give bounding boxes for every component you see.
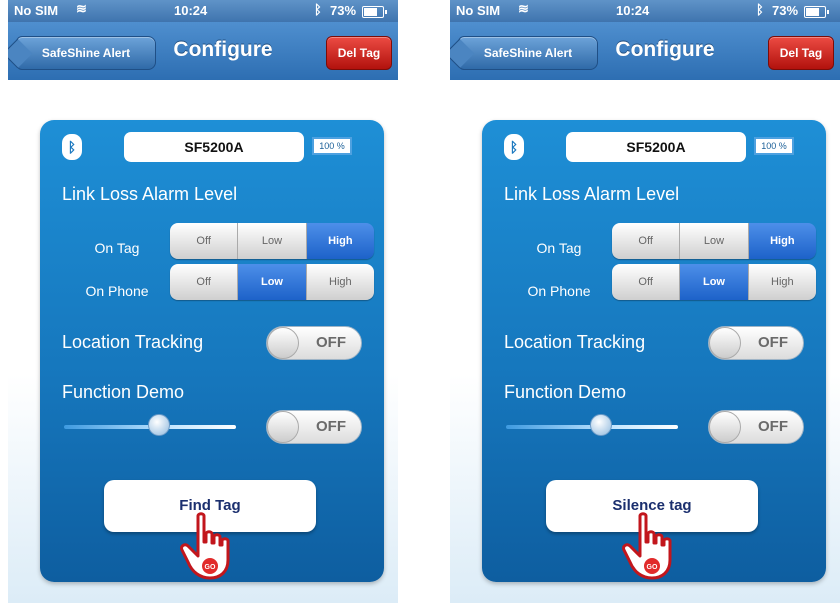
go-label: GO — [205, 564, 216, 571]
battery-percent: 73% — [772, 3, 799, 18]
on-tag-option-high[interactable]: High — [306, 223, 374, 259]
on-phone-option-off[interactable]: Off — [170, 264, 239, 300]
page-title: Configure — [615, 38, 715, 61]
bluetooth-icon: ᛒ — [504, 134, 524, 160]
on-phone-option-high[interactable]: High — [748, 264, 816, 300]
status-bar: No SIM ≋ 10:24 ᛒ 73% — [8, 0, 398, 22]
on-tag-level-selector[interactable]: Off Low High — [612, 223, 816, 259]
on-phone-option-off[interactable]: Off — [612, 264, 681, 300]
on-tag-label: On Tag — [94, 240, 140, 256]
on-phone-option-low[interactable]: Low — [680, 264, 749, 300]
delete-tag-button[interactable]: Del Tag — [768, 36, 834, 70]
carrier-label: No SIM — [14, 3, 59, 18]
on-tag-option-low[interactable]: Low — [238, 223, 307, 259]
toggle-knob — [267, 411, 299, 443]
status-bar: No SIM ≋ 10:24 ᛒ 73% — [450, 0, 840, 22]
pointing-hand-icon: GO — [180, 512, 230, 580]
on-phone-option-high[interactable]: High — [306, 264, 374, 300]
phone-screen-find-tag: No SIM ≋ 10:24 ᛒ 73% SafeShine Alert Con… — [8, 0, 398, 603]
link-loss-title: Link Loss Alarm Level — [504, 184, 680, 204]
on-phone-level-selector[interactable]: Off Low High — [612, 264, 816, 300]
config-card: ᛒ SF5200A 100 % Link Loss Alarm Level On… — [482, 120, 826, 582]
device-name-field[interactable]: SF5200A — [124, 132, 304, 162]
pointing-hand-icon: GO — [622, 512, 672, 580]
slider-thumb[interactable] — [589, 414, 612, 436]
go-label: GO — [647, 564, 658, 571]
carrier-label: No SIM — [456, 3, 501, 18]
on-tag-option-low[interactable]: Low — [680, 223, 749, 259]
back-button[interactable]: SafeShine Alert — [16, 36, 156, 70]
toggle-state-label: OFF — [758, 418, 788, 435]
function-demo-label: Function Demo — [62, 382, 185, 402]
location-tracking-label: Location Tracking — [504, 332, 646, 352]
page-title: Configure — [173, 38, 273, 61]
back-button-label: SafeShine Alert — [483, 46, 573, 60]
location-tracking-label: Location Tracking — [62, 332, 204, 352]
function-demo-slider[interactable] — [64, 414, 236, 436]
on-phone-label: On Phone — [527, 283, 591, 299]
slider-thumb[interactable] — [147, 414, 170, 436]
device-battery-indicator: 100 % — [754, 137, 794, 155]
bluetooth-icon: ᛒ — [314, 2, 322, 17]
link-loss-title: Link Loss Alarm Level — [62, 184, 238, 204]
device-battery-indicator: 100 % — [312, 137, 352, 155]
function-demo-toggle[interactable]: OFF — [266, 410, 362, 444]
on-tag-option-high[interactable]: High — [748, 223, 816, 259]
location-tracking-toggle[interactable]: OFF — [708, 326, 804, 360]
on-tag-option-off[interactable]: Off — [170, 223, 239, 259]
toggle-knob — [709, 411, 741, 443]
function-demo-toggle[interactable]: OFF — [708, 410, 804, 444]
location-tracking-toggle[interactable]: OFF — [266, 326, 362, 360]
on-phone-label: On Phone — [85, 283, 149, 299]
delete-tag-button[interactable]: Del Tag — [326, 36, 392, 70]
battery-icon — [804, 6, 829, 18]
toggle-knob — [267, 327, 299, 359]
bluetooth-icon: ᛒ — [62, 134, 82, 160]
wifi-icon: ≋ — [518, 1, 529, 16]
wifi-icon: ≋ — [76, 1, 87, 16]
clock: 10:24 — [616, 3, 650, 18]
device-name-field[interactable]: SF5200A — [566, 132, 746, 162]
bluetooth-icon: ᛒ — [756, 2, 764, 17]
battery-icon — [362, 6, 387, 18]
function-demo-label: Function Demo — [504, 382, 627, 402]
nav-bar: SafeShine Alert Configure Del Tag — [450, 22, 840, 80]
phone-screen-silence-tag: No SIM ≋ 10:24 ᛒ 73% SafeShine Alert Con… — [450, 0, 840, 603]
on-tag-level-selector[interactable]: Off Low High — [170, 223, 374, 259]
clock: 10:24 — [174, 3, 208, 18]
toggle-state-label: OFF — [316, 418, 346, 435]
nav-bar: SafeShine Alert Configure Del Tag — [8, 22, 398, 80]
on-tag-option-off[interactable]: Off — [612, 223, 681, 259]
config-card: ᛒ SF5200A 100 % Link Loss Alarm Level On… — [40, 120, 384, 582]
battery-percent: 73% — [330, 3, 357, 18]
on-phone-level-selector[interactable]: Off Low High — [170, 264, 374, 300]
on-phone-option-low[interactable]: Low — [238, 264, 307, 300]
back-button-label: SafeShine Alert — [41, 46, 131, 60]
toggle-state-label: OFF — [316, 334, 346, 351]
function-demo-slider[interactable] — [506, 414, 678, 436]
back-button[interactable]: SafeShine Alert — [458, 36, 598, 70]
toggle-knob — [709, 327, 741, 359]
on-tag-label: On Tag — [536, 240, 582, 256]
toggle-state-label: OFF — [758, 334, 788, 351]
